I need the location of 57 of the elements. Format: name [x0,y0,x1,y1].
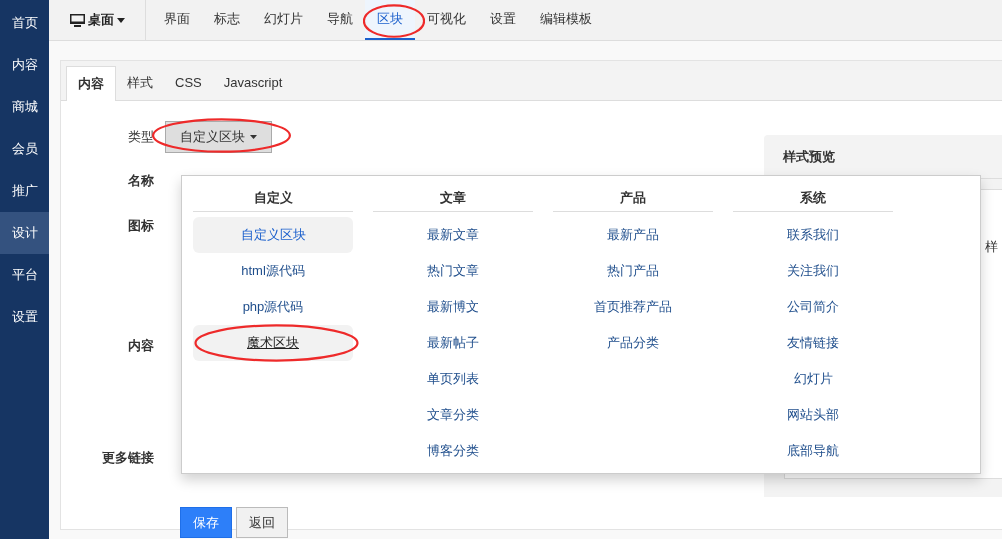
column-heading: 产品 [553,184,713,212]
menu-item[interactable]: 热门文章 [373,253,533,289]
menu-item[interactable]: 关注我们 [733,253,893,289]
menu-item[interactable]: 产品分类 [553,325,713,361]
preview-text: 样 [985,238,998,256]
field-label: 名称 [127,172,155,191]
monitor-icon [70,13,85,27]
sidebar-item[interactable]: 首页 [0,2,49,44]
sidebar-item[interactable]: 设置 [0,296,49,338]
caret-icon [250,135,257,139]
column-heading: 文章 [373,184,533,212]
nav-tab[interactable]: 设置 [478,0,528,40]
save-button[interactable]: 保存 [180,507,232,538]
sidebar-item[interactable]: 推广 [0,170,49,212]
menu-item[interactable]: 底部导航 [733,433,893,469]
menu-item[interactable]: 热门产品 [553,253,713,289]
nav-tab[interactable]: 标志 [202,0,252,40]
panel-title: 样式预览 [783,147,835,166]
menu-item[interactable]: 最新产品 [553,217,713,253]
field-label: 图标 [127,217,155,236]
column-heading: 自定义 [193,184,353,212]
nav-tab[interactable]: 导航 [315,0,365,40]
menu-item[interactable]: 单页列表 [373,361,533,397]
menu-item[interactable]: php源代码 [193,289,353,325]
menu-item[interactable]: 自定义区块 [193,217,353,253]
nav-tab[interactable]: 可视化 [415,0,478,40]
menu-item[interactable]: 最新帖子 [373,325,533,361]
field-label: 更多链接 [101,449,155,468]
sidebar-item[interactable]: 平台 [0,254,49,296]
back-button[interactable]: 返回 [236,507,288,538]
sidebar-item[interactable]: 商城 [0,86,49,128]
sidebar-item[interactable]: 内容 [0,44,49,86]
menu-item[interactable]: 网站头部 [733,397,893,433]
menu-item[interactable]: 联系我们 [733,217,893,253]
menu-item[interactable]: 最新文章 [373,217,533,253]
nav-tab[interactable]: 界面 [152,0,202,40]
caret-icon [117,17,125,23]
tab[interactable]: 样式 [116,66,164,100]
device-dropdown[interactable]: 桌面 [70,10,125,30]
menu-item[interactable]: 博客分类 [373,433,533,469]
menu-item[interactable]: 最新博文 [373,289,533,325]
menu-item[interactable]: 友情链接 [733,325,893,361]
tab[interactable]: 内容 [66,66,116,101]
column-heading: 系统 [733,184,893,212]
tab[interactable]: CSS [164,66,213,100]
menu-item[interactable]: 首页推荐产品 [553,289,713,325]
tab[interactable]: Javascript [212,66,294,100]
nav-tab[interactable]: 幻灯片 [252,0,315,40]
sidebar-item[interactable]: 设计 [0,212,49,254]
field-label: 内容 [127,337,155,356]
nav-tab[interactable]: 编辑模板 [528,0,604,40]
menu-item[interactable]: 幻灯片 [733,361,893,397]
menu-item[interactable]: 文章分类 [373,397,533,433]
sidebar-item[interactable]: 会员 [0,128,49,170]
menu-item[interactable]: 公司简介 [733,289,893,325]
field-label: 类型 [127,128,155,147]
menu-item[interactable]: html源代码 [193,253,353,289]
